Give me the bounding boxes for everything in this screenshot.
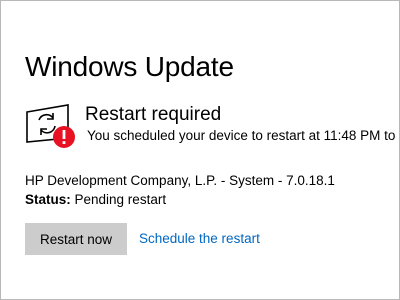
restart-required-icon xyxy=(26,104,75,148)
update-name: HP Development Company, L.P. - System - … xyxy=(25,173,335,188)
status-label: Status: xyxy=(25,192,71,207)
status-message: You scheduled your device to restart at … xyxy=(87,128,396,143)
update-status: Status: Pending restart xyxy=(25,192,166,207)
status-heading: Restart required xyxy=(85,104,222,125)
status-value: Pending restart xyxy=(70,192,167,207)
windows-update-panel: Windows Update Restart required You sche… xyxy=(0,0,400,300)
schedule-restart-link[interactable]: Schedule the restart xyxy=(139,231,260,246)
restart-now-button[interactable]: Restart now xyxy=(25,223,127,255)
page-title: Windows Update xyxy=(25,51,234,82)
